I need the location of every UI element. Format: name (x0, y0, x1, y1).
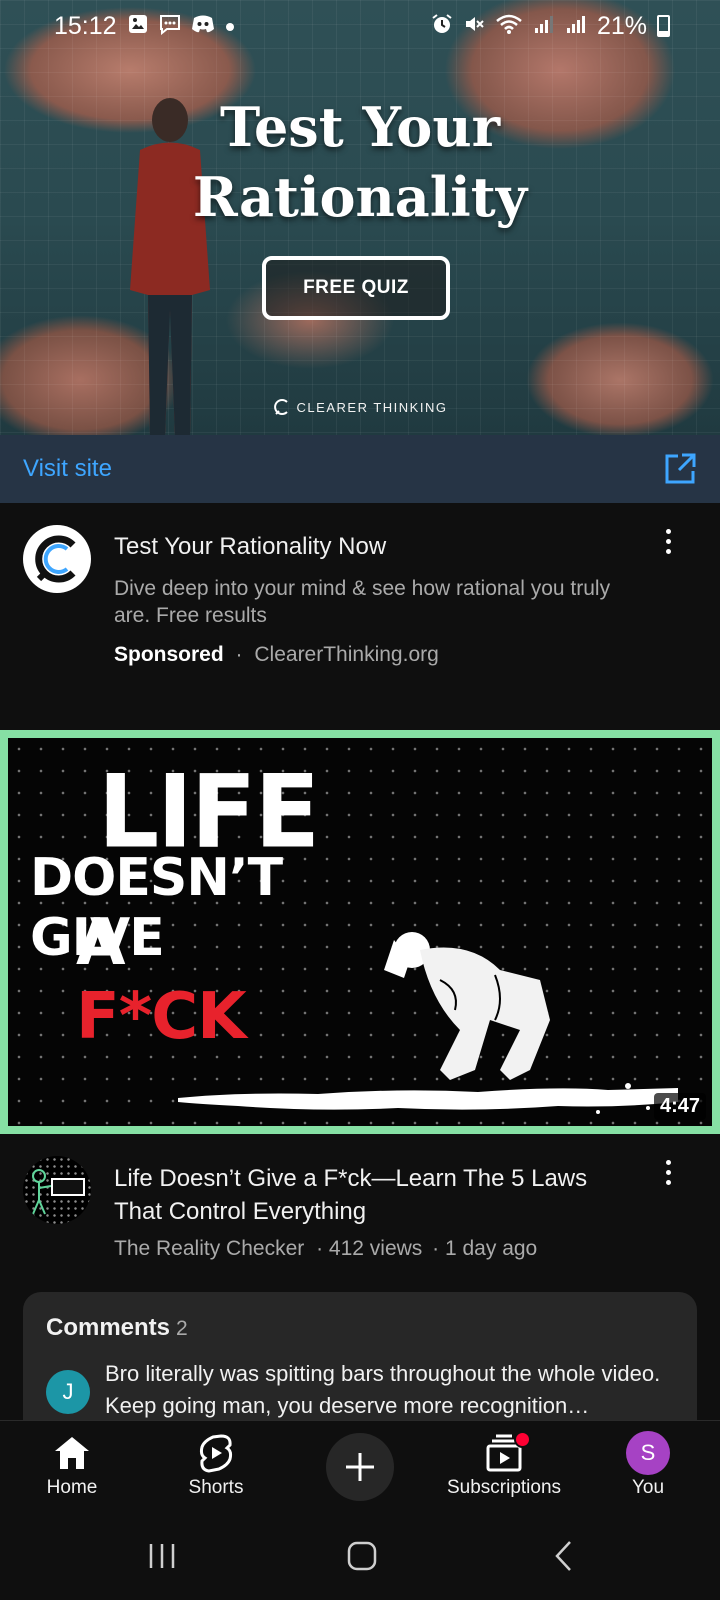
video-meta: The Reality Checker · 412 views · 1 day … (114, 1237, 537, 1261)
ad-title[interactable]: Test Your Rationality Now (114, 533, 386, 561)
video-more-options-button[interactable] (653, 1152, 683, 1192)
more-dot-icon (665, 548, 671, 554)
comments-title: Comments (46, 1314, 171, 1341)
create-button[interactable] (326, 1433, 394, 1501)
subscriptions-icon (484, 1431, 531, 1473)
thumbnail-line3-a: A (76, 906, 126, 980)
visit-site-link[interactable]: Visit site (23, 455, 112, 483)
battery-icon (657, 15, 670, 37)
ad-meta: Sponsored · ClearerThinking.org (114, 643, 439, 667)
new-content-dot (514, 1431, 531, 1448)
more-dot-icon (665, 1159, 671, 1165)
more-dot-icon (665, 1179, 671, 1185)
more-dot-icon (665, 528, 671, 534)
upload-age: · 1 day ago (432, 1237, 538, 1260)
recents-button[interactable] (132, 1536, 192, 1576)
ad-banner-title-line1: Test Your (219, 95, 501, 159)
ad-brand-label: CLEARER THINKING (296, 399, 448, 415)
discord-icon (191, 13, 215, 39)
crouching-man-illustration (384, 932, 550, 1080)
shorts-icon (199, 1433, 233, 1473)
ad-domain: ClearerThinking.org (254, 643, 439, 666)
status-time: 15:12 (54, 11, 117, 40)
nav-shorts-label: Shorts (188, 1477, 244, 1498)
comments-header: Comments 2 (46, 1314, 188, 1342)
status-right: 21% (431, 12, 670, 41)
visit-site-bar[interactable]: Visit site (0, 435, 720, 503)
recents-icon (149, 1544, 175, 1568)
status-bar: 15:12 21% (0, 0, 720, 52)
commenter-avatar: J (46, 1370, 90, 1414)
nav-subscriptions[interactable]: Subscriptions (428, 1421, 580, 1513)
video-title[interactable]: Life Doesn’t Give a F*ck—Learn The 5 Law… (114, 1162, 634, 1228)
mute-icon (463, 13, 485, 39)
nav-you-label: You (631, 1477, 665, 1498)
video-duration-badge: 4:47 (653, 1093, 706, 1120)
nav-home-label: Home (46, 1477, 98, 1498)
ad-info[interactable]: Test Your Rationality Now Dive deep into… (0, 503, 720, 730)
battery-percent: 21% (596, 11, 647, 40)
ad-banner-title-line2: Rationality (192, 165, 528, 229)
status-left: 15:12 (54, 12, 235, 41)
you-avatar-wrap: S (626, 1431, 670, 1475)
ad-banner[interactable]: Test Your Rationality FREE QUIZ CLEARER … (0, 0, 720, 435)
stick-figure-logo-icon (32, 1169, 85, 1215)
external-link-icon[interactable] (662, 451, 698, 487)
video-thumbnail[interactable]: LIFE DOESN’T GIVE A F*CK 4:47 (8, 738, 712, 1126)
bottom-nav: Home Shorts Subscriptions S You (0, 1420, 720, 1513)
signal-icon (565, 13, 587, 39)
plus-icon (346, 1453, 374, 1481)
thumbnail-line3: A F*CK (76, 906, 247, 1054)
signal-icon (533, 13, 555, 39)
channel-avatar[interactable] (23, 1156, 91, 1224)
back-button[interactable] (534, 1536, 594, 1576)
top-comment-text: Bro literally was spitting bars througho… (105, 1361, 661, 1418)
ad-banner-title: Test Your Rationality (0, 92, 720, 232)
video-info[interactable]: Life Doesn’t Give a F*ck—Learn The 5 Law… (0, 1134, 720, 1289)
home-square-icon (347, 1541, 377, 1571)
free-quiz-button[interactable]: FREE QUIZ (262, 256, 450, 320)
alarm-icon (431, 13, 453, 39)
ad-brand: CLEARER THINKING (0, 398, 720, 416)
nav-you[interactable]: S You (588, 1421, 708, 1513)
channel-name[interactable]: The Reality Checker (114, 1237, 304, 1260)
sponsored-label: Sponsored (114, 643, 224, 666)
view-count: · 412 views (316, 1237, 423, 1260)
nav-subscriptions-label: Subscriptions (446, 1477, 562, 1498)
home-system-button[interactable] (332, 1536, 392, 1576)
paint-splash-decoration (178, 1083, 678, 1114)
nav-shorts[interactable]: Shorts (156, 1421, 276, 1513)
message-icon (159, 13, 181, 39)
clearer-thinking-logo-icon (35, 535, 76, 583)
advertiser-avatar[interactable] (23, 525, 91, 593)
more-dot-icon (665, 538, 671, 544)
you-avatar: S (626, 1431, 670, 1475)
thumbnail-line3-b: F*CK (76, 980, 247, 1054)
image-icon (127, 13, 149, 39)
system-nav-bar (0, 1512, 720, 1600)
more-dot-icon (665, 1169, 671, 1175)
ad-more-options-button[interactable] (653, 521, 683, 561)
meta-separator: · (235, 643, 243, 666)
video-thumbnail-frame[interactable]: LIFE DOESN’T GIVE A F*CK 4:47 (0, 730, 720, 1134)
back-chevron-icon (555, 1541, 571, 1571)
home-icon (53, 1433, 91, 1473)
nav-home[interactable]: Home (12, 1421, 132, 1513)
comments-count: 2 (176, 1317, 188, 1340)
dot-icon (225, 16, 235, 36)
wifi-icon (495, 13, 523, 39)
clearer-thinking-logo-icon (273, 399, 288, 415)
ad-description: Dive deep into your mind & see how ratio… (114, 577, 611, 627)
